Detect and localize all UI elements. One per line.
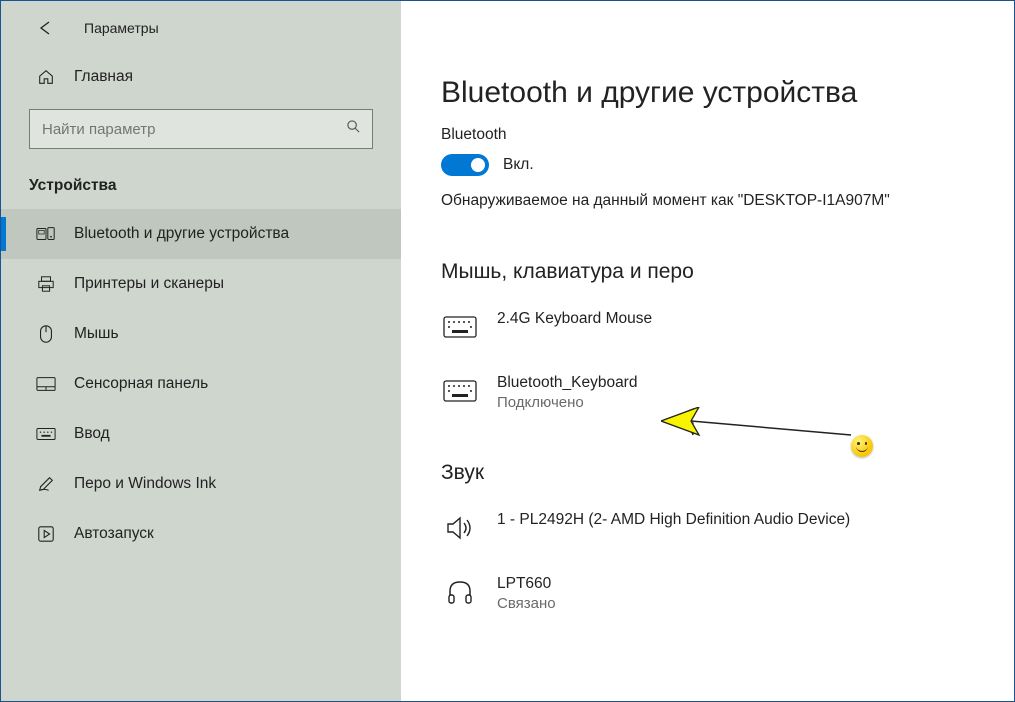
keyboard-icon [441,376,479,406]
touchpad-icon [36,374,56,394]
sidebar-item-label: Принтеры и сканеры [74,275,224,293]
device-info: Bluetooth_Keyboard Подключено [497,374,637,411]
device-info: 1 - PL2492H (2- AMD High Definition Audi… [497,511,850,529]
sidebar-item-mouse[interactable]: Мышь [1,309,401,359]
smiley-icon [851,435,873,457]
header-title: Параметры [84,20,159,36]
sidebar-item-autoplay[interactable]: Автозапуск [1,509,401,559]
search-input[interactable] [29,109,373,149]
device-info: LPT660 Связано [497,575,556,612]
sidebar-item-pen[interactable]: Перо и Windows Ink [1,459,401,509]
headphones-icon [441,577,479,607]
search-container [29,109,373,149]
home-icon [36,67,56,87]
sidebar-item-label: Ввод [74,425,110,443]
pen-icon [36,474,56,494]
sidebar-home[interactable]: Главная [1,55,401,99]
device-row[interactable]: Bluetooth_Keyboard Подключено [441,366,974,435]
printer-icon [36,274,56,294]
bluetooth-label: Bluetooth [441,126,974,144]
sidebar-item-printers[interactable]: Принтеры и сканеры [1,259,401,309]
mouse-icon [36,324,56,344]
keyboard-icon [36,424,56,444]
search-icon [346,119,361,139]
device-name: 2.4G Keyboard Mouse [497,310,652,328]
main-content: Bluetooth и другие устройства Bluetooth … [401,1,1014,701]
device-name: 1 - PL2492H (2- AMD High Definition Audi… [497,511,850,529]
bluetooth-toggle[interactable] [441,154,489,176]
settings-sidebar: Параметры Главная Устройства Bluetooth и… [1,1,401,701]
sidebar-item-label: Bluetooth и другие устройства [74,225,289,243]
sidebar-item-bluetooth-devices[interactable]: Bluetooth и другие устройства [1,209,401,259]
section-heading-audio: Звук [441,461,974,485]
header-row: Параметры [1,19,401,55]
home-label: Главная [74,68,133,86]
back-button[interactable] [36,19,54,37]
device-row[interactable]: LPT660 Связано [441,567,974,636]
autoplay-icon [36,524,56,544]
sidebar-section-label: Устройства [1,159,401,209]
toggle-state-label: Вкл. [503,156,534,174]
page-title: Bluetooth и другие устройства [441,76,974,110]
sidebar-item-label: Мышь [74,325,119,343]
bluetooth-devices-icon [36,224,56,244]
device-name: Bluetooth_Keyboard [497,374,637,392]
device-status: Подключено [497,394,637,411]
sidebar-item-label: Автозапуск [74,525,154,543]
device-row[interactable]: 1 - PL2492H (2- AMD High Definition Audi… [441,503,974,567]
section-heading-input: Мышь, клавиатура и перо [441,260,974,284]
speaker-icon [441,513,479,543]
device-status: Связано [497,595,556,612]
device-info: 2.4G Keyboard Mouse [497,310,652,328]
device-row[interactable]: 2.4G Keyboard Mouse [441,302,974,366]
device-name: LPT660 [497,575,556,593]
keyboard-icon [441,312,479,342]
sidebar-item-typing[interactable]: Ввод [1,409,401,459]
sidebar-item-touchpad[interactable]: Сенсорная панель [1,359,401,409]
bluetooth-toggle-row: Вкл. [441,154,974,176]
discoverable-text: Обнаруживаемое на данный момент как "DES… [441,192,974,210]
sidebar-item-label: Перо и Windows Ink [74,475,216,493]
sidebar-item-label: Сенсорная панель [74,375,208,393]
